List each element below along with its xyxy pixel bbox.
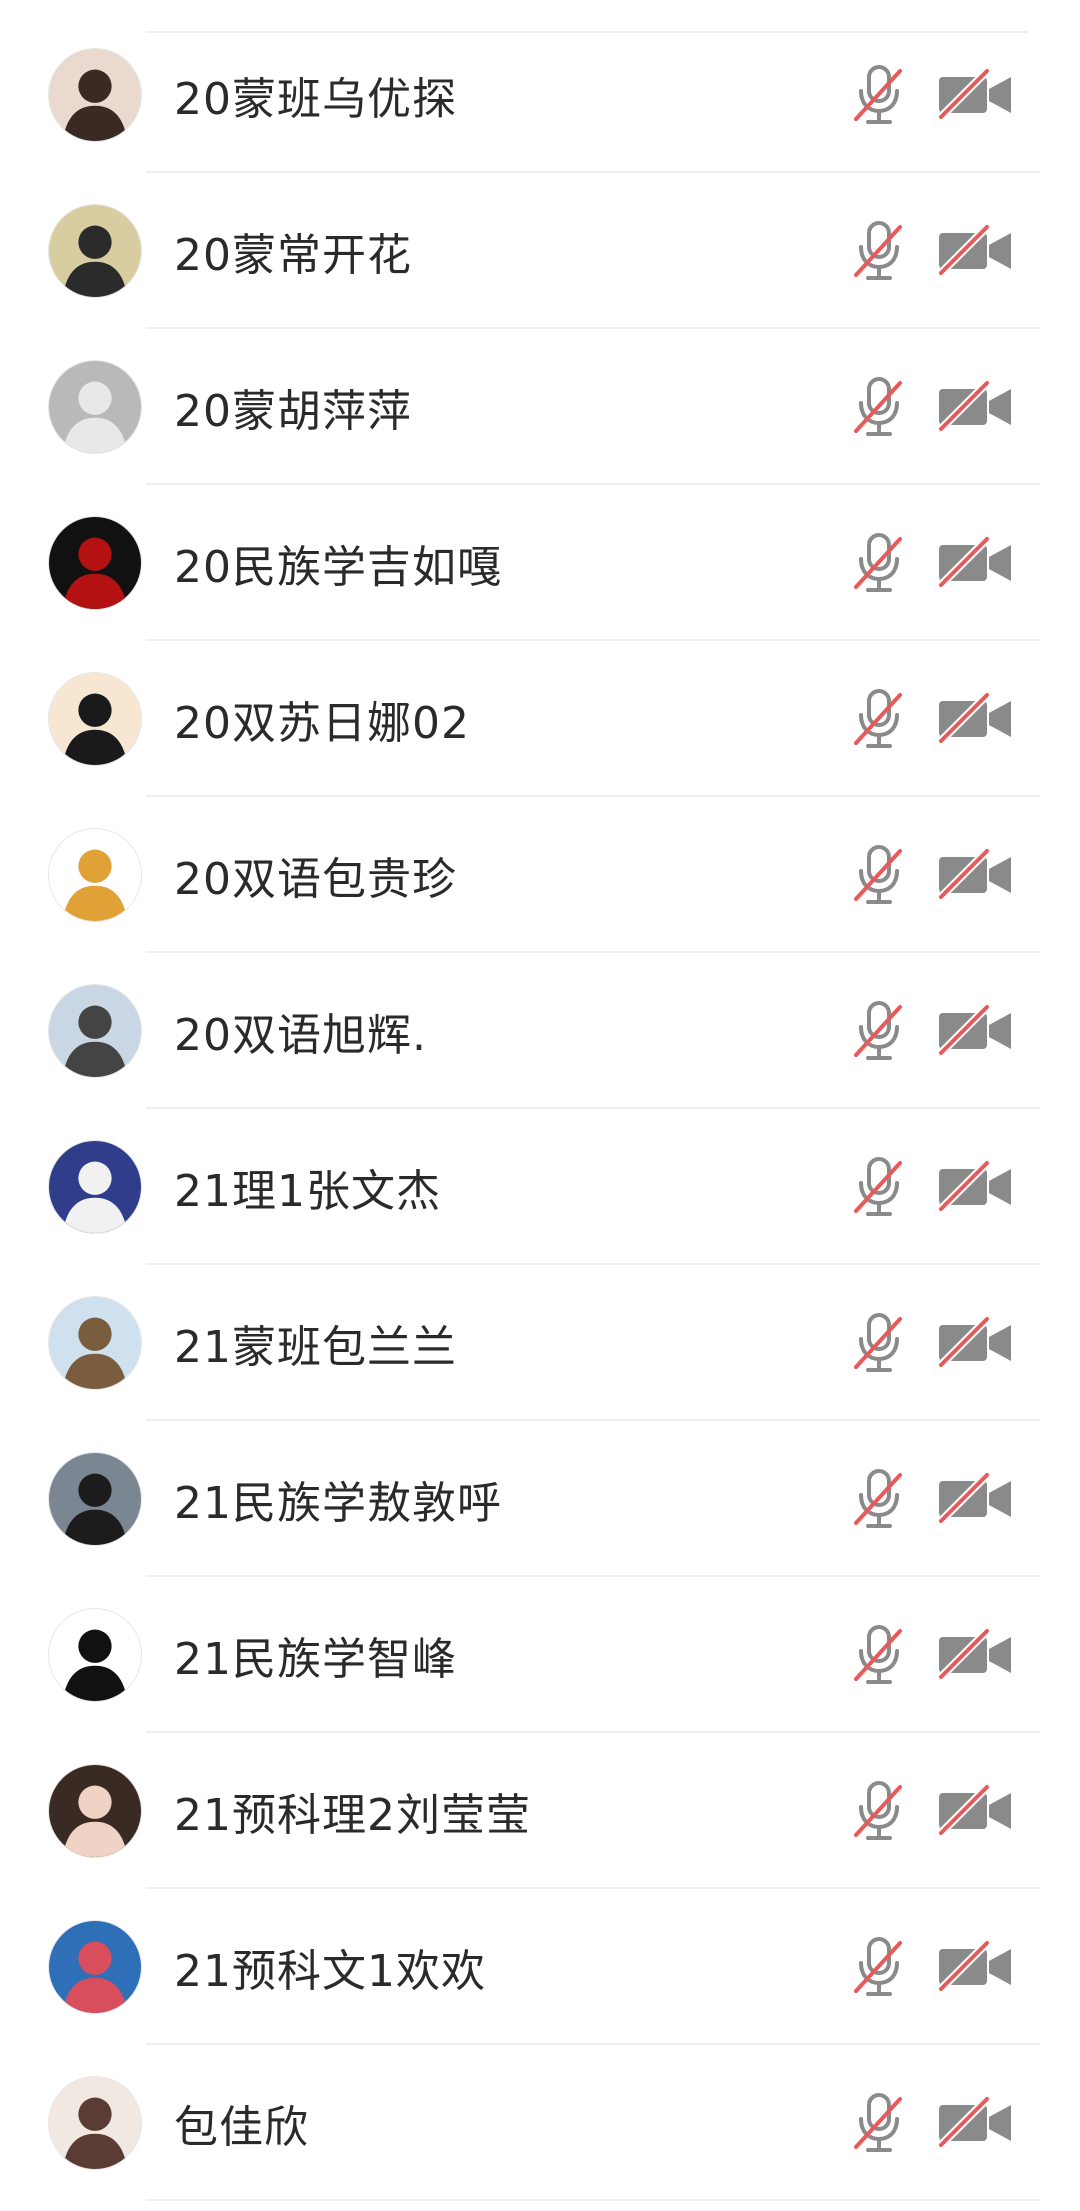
participant-name: 21理1张文杰: [174, 1166, 441, 1217]
participant-name: 21民族学智峰: [174, 1634, 457, 1685]
avatar[interactable]: [48, 48, 142, 142]
camera-off-icon[interactable]: [935, 2095, 1015, 2151]
camera-off-icon[interactable]: [935, 535, 1015, 591]
avatar-image: [49, 1921, 141, 2013]
participant-name: 20蒙常开花: [174, 230, 412, 281]
participant-name: 20双苏日娜02: [174, 698, 470, 749]
participant-name: 21民族学敖敦呼: [174, 1478, 502, 1529]
avatar[interactable]: [48, 984, 142, 1078]
mic-muted-icon[interactable]: [852, 531, 906, 595]
participant-row-2[interactable]: 20蒙常开花: [0, 173, 1080, 329]
participant-row-1[interactable]: 20蒙班乌优探: [0, 17, 1080, 173]
participant-name: 20蒙胡萍萍: [174, 386, 412, 437]
participant-name: 包佳欣: [174, 2102, 309, 2153]
participant-row-13[interactable]: 21预科文1欢欢: [0, 1889, 1080, 2045]
mic-muted-icon[interactable]: [852, 843, 906, 907]
avatar-image: [49, 49, 141, 141]
mic-muted-icon[interactable]: [852, 63, 906, 127]
mic-muted-icon[interactable]: [852, 687, 906, 751]
participant-name: 20双语旭辉.: [174, 1010, 427, 1061]
camera-off-icon[interactable]: [935, 1471, 1015, 1527]
mic-muted-icon[interactable]: [852, 999, 906, 1063]
avatar[interactable]: [48, 2076, 142, 2170]
camera-off-icon[interactable]: [935, 691, 1015, 747]
avatar-image: [49, 361, 141, 453]
participant-row-4[interactable]: 20民族学吉如嘎: [0, 485, 1080, 641]
participant-row-8[interactable]: 21理1张文杰: [0, 1109, 1080, 1265]
avatar[interactable]: [48, 516, 142, 610]
participant-row-11[interactable]: 21民族学智峰: [0, 1577, 1080, 1733]
avatar[interactable]: [48, 1920, 142, 2014]
mic-muted-icon[interactable]: [852, 1623, 906, 1687]
participant-row-6[interactable]: 20双语包贵珍: [0, 797, 1080, 953]
avatar-image: [49, 205, 141, 297]
camera-off-icon[interactable]: [935, 1315, 1015, 1371]
mic-muted-icon[interactable]: [852, 2091, 906, 2155]
mic-muted-icon[interactable]: [852, 1311, 906, 1375]
avatar[interactable]: [48, 1452, 142, 1546]
participant-row-9[interactable]: 21蒙班包兰兰: [0, 1265, 1080, 1421]
camera-off-icon[interactable]: [935, 1159, 1015, 1215]
participant-name: 21预科文1欢欢: [174, 1946, 486, 1997]
avatar[interactable]: [48, 828, 142, 922]
avatar-image: [49, 517, 141, 609]
participant-name: 20蒙班乌优探: [174, 74, 457, 125]
camera-off-icon[interactable]: [935, 1939, 1015, 1995]
avatar-image: [49, 829, 141, 921]
avatar-image: [49, 1453, 141, 1545]
participant-row-12[interactable]: 21预科理2刘莹莹: [0, 1733, 1080, 1889]
participant-name: 21蒙班包兰兰: [174, 1322, 457, 1373]
avatar-image: [49, 1765, 141, 1857]
camera-off-icon[interactable]: [935, 67, 1015, 123]
avatar-image: [49, 673, 141, 765]
avatar[interactable]: [48, 1140, 142, 1234]
avatar[interactable]: [48, 360, 142, 454]
camera-off-icon[interactable]: [935, 223, 1015, 279]
camera-off-icon[interactable]: [935, 1003, 1015, 1059]
avatar-image: [49, 985, 141, 1077]
participant-row-7[interactable]: 20双语旭辉.: [0, 953, 1080, 1109]
avatar[interactable]: [48, 672, 142, 766]
participant-row-14[interactable]: 包佳欣: [0, 2045, 1080, 2201]
avatar[interactable]: [48, 1608, 142, 1702]
participant-row-5[interactable]: 20双苏日娜02: [0, 641, 1080, 797]
participant-row-10[interactable]: 21民族学敖敦呼: [0, 1421, 1080, 1577]
mic-muted-icon[interactable]: [852, 1779, 906, 1843]
participant-list: 20蒙班乌优探 20蒙常开花 20蒙胡萍萍 20民族学吉如嘎 20双苏日娜02 …: [0, 17, 1080, 2211]
mic-muted-icon[interactable]: [852, 219, 906, 283]
participant-name: 21预科理2刘莹莹: [174, 1790, 531, 1841]
participant-row-3[interactable]: 20蒙胡萍萍: [0, 329, 1080, 485]
avatar-image: [49, 1297, 141, 1389]
avatar[interactable]: [48, 1296, 142, 1390]
mic-muted-icon[interactable]: [852, 1467, 906, 1531]
avatar-image: [49, 1141, 141, 1233]
mic-muted-icon[interactable]: [852, 375, 906, 439]
avatar[interactable]: [48, 204, 142, 298]
camera-off-icon[interactable]: [935, 1783, 1015, 1839]
mic-muted-icon[interactable]: [852, 1935, 906, 1999]
camera-off-icon[interactable]: [935, 1627, 1015, 1683]
camera-off-icon[interactable]: [935, 379, 1015, 435]
camera-off-icon[interactable]: [935, 847, 1015, 903]
row-divider: [146, 2199, 1040, 2201]
avatar[interactable]: [48, 1764, 142, 1858]
participant-name: 20双语包贵珍: [174, 854, 457, 905]
avatar-image: [49, 2077, 141, 2169]
participant-name: 20民族学吉如嘎: [174, 542, 502, 593]
avatar-image: [49, 1609, 141, 1701]
mic-muted-icon[interactable]: [852, 1155, 906, 1219]
